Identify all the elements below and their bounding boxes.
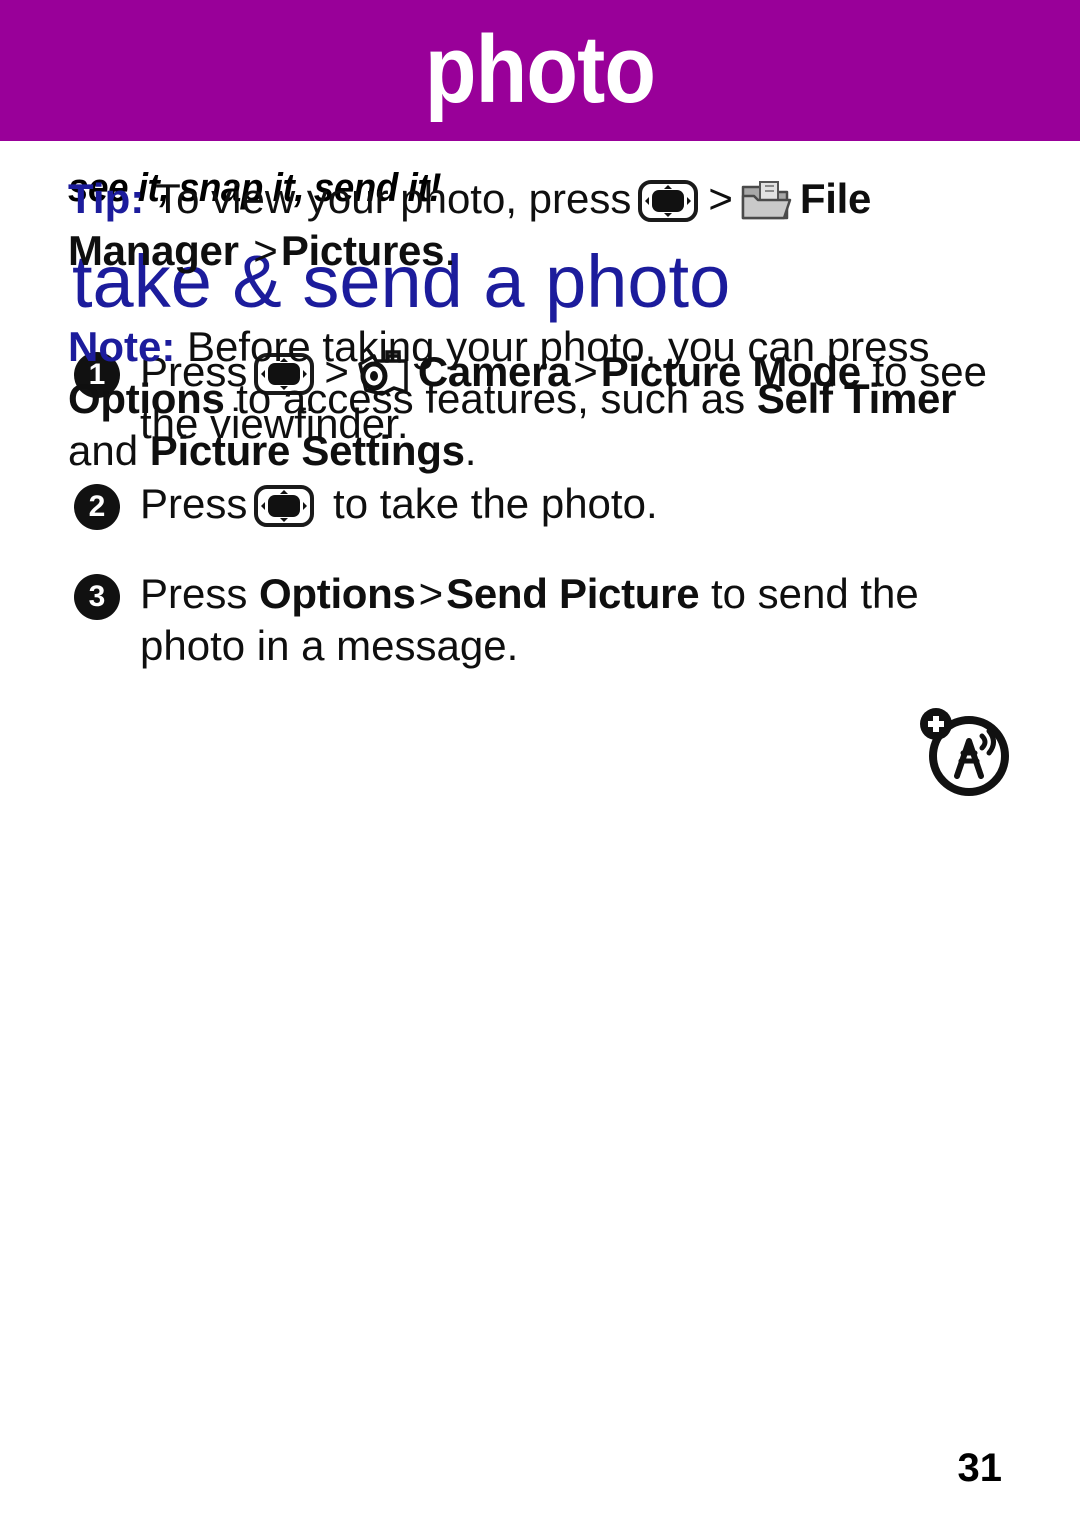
ui-term-send-picture: Send Picture [446,570,700,617]
step-text: Press to take the photo. [140,478,990,530]
tip-text-before: To view your photo, press [155,175,632,222]
step-item: 3 Press Options>Send Picture to send the… [0,568,1080,672]
page-body: see it, snap it, send it! take & send a … [0,141,1080,1532]
separator-gt: > [708,175,733,222]
note-text-join: and [68,427,139,474]
note-text-middle: to access features, such as [236,375,746,422]
step-number-badge: 2 [74,484,120,530]
tip-text: Tip: To view your photo, press > File Mana… [68,173,1010,277]
step-text: Press Options>Send Picture to send the p… [140,568,990,672]
press-label: Press [140,570,248,617]
note-label: Note: [68,323,176,370]
step-number-badge: 3 [74,574,120,620]
ui-term-options: Options [68,375,225,422]
tip-block: Tip: To view your photo, press > File Mana… [0,173,1080,277]
dpad-key-icon [637,179,699,223]
ui-term-self-timer: Self Timer [756,375,957,422]
note-text-before: Before taking your photo, you can press [187,323,930,370]
ui-term-picture-settings: Picture Settings [149,427,465,474]
separator-gt: > [253,227,278,274]
add-network-antenna-icon [916,703,1012,799]
page-number: 31 [957,1446,1003,1490]
tip-tail: . [444,227,456,274]
note-block: Note: Before taking your photo, you can … [0,321,1080,477]
ui-term-pictures: Pictures [280,227,445,274]
page-header-band: photo [0,0,1080,141]
press-label: Press [140,480,248,527]
note-tail: . [464,427,477,474]
dpad-key-icon [253,484,315,528]
separator-gt: > [418,570,444,617]
step-item: 2 Press to take the photo. [0,478,1080,540]
note-text: Note: Before taking your photo, you can … [68,321,1010,477]
file-folder-icon [740,178,792,224]
step-tail-text: to take the photo. [333,480,658,527]
tip-label: Tip: [68,175,145,222]
ui-term-options: Options [259,570,416,617]
page-title: photo [424,16,656,123]
